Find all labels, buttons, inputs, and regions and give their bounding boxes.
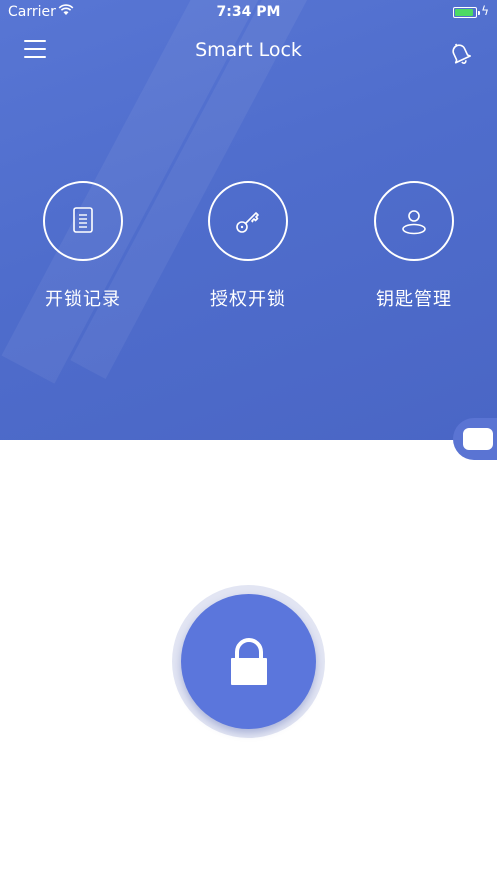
page-title: Smart Lock [195, 39, 302, 61]
feature-label: 钥匙管理 [376, 289, 452, 310]
navigation-bar: Smart Lock [0, 26, 497, 76]
feature-label: 开锁记录 [45, 289, 121, 310]
side-drawer-handle[interactable] [453, 418, 497, 460]
user-icon [402, 210, 426, 235]
feature-authorize-unlock[interactable]: 授权开锁 [168, 181, 328, 311]
document-icon [73, 207, 93, 233]
unlock-button[interactable] [181, 594, 316, 729]
clock: 7:34 PM [216, 4, 281, 20]
status-bar: Carrier 7:34 PM ϟ [0, 0, 497, 26]
header-banner: Carrier 7:34 PM ϟ Smart Lock 开锁记录 授权开锁 钥… [0, 0, 497, 440]
handle-icon [463, 428, 493, 450]
charging-icon: ϟ [481, 4, 489, 18]
authorize-unlock-button[interactable] [208, 181, 288, 261]
unlock-records-button[interactable] [43, 181, 123, 261]
key-icon [236, 212, 259, 233]
key-management-button[interactable] [374, 181, 454, 261]
feature-label: 授权开锁 [210, 289, 286, 310]
feature-unlock-records[interactable]: 开锁记录 [3, 181, 163, 311]
bell-icon [452, 43, 472, 64]
padlock-icon [230, 637, 267, 685]
notification-button[interactable] [445, 38, 475, 68]
battery-icon [453, 7, 480, 18]
feature-key-management[interactable]: 钥匙管理 [334, 181, 494, 311]
